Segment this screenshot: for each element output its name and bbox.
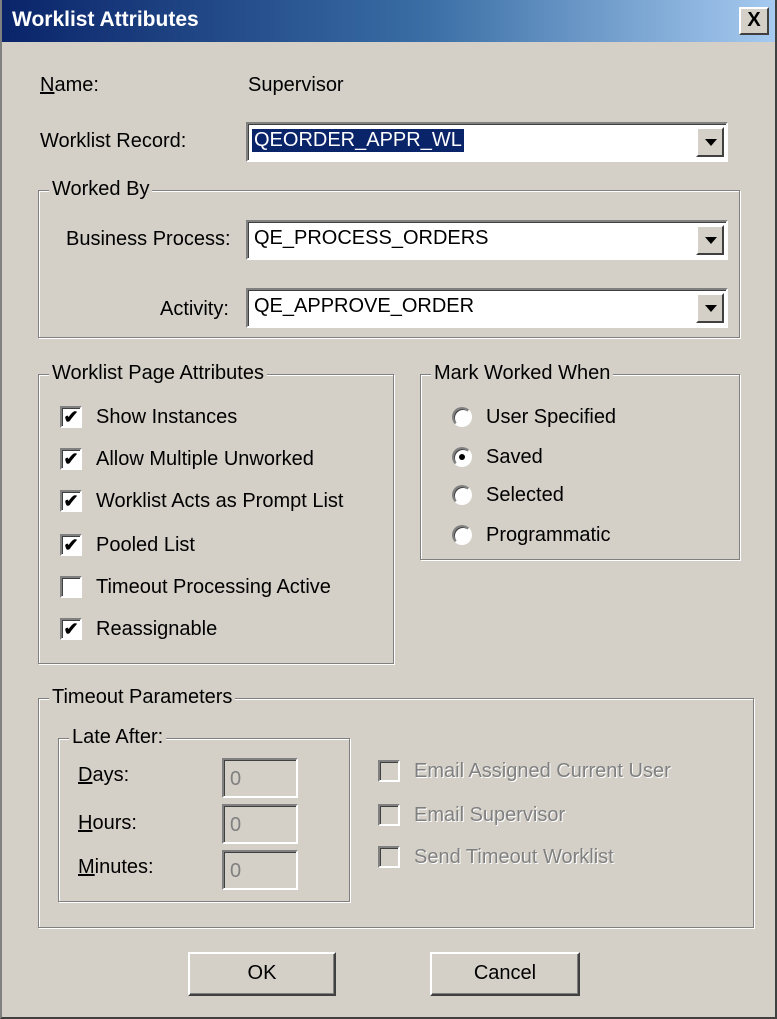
minutes-value: 0: [230, 860, 242, 882]
activity-value: QE_APPROVE_ORDER: [254, 295, 475, 317]
selected-label: Selected: [486, 484, 564, 506]
prompt-list-label: Worklist Acts as Prompt List: [96, 490, 344, 512]
cancel-button[interactable]: Cancel: [430, 952, 580, 996]
programmatic-radio[interactable]: [452, 525, 472, 545]
prompt-list-checkbox[interactable]: ✔: [60, 490, 82, 512]
days-input[interactable]: 0: [222, 758, 298, 798]
ok-button[interactable]: OK: [188, 952, 336, 996]
worked-by-title: Worked By: [49, 178, 153, 201]
pooled-list-checkbox[interactable]: ✔: [60, 534, 82, 556]
send-timeout-checkbox[interactable]: [378, 846, 400, 868]
reassignable-label: Reassignable: [96, 618, 218, 640]
hours-value: 0: [230, 814, 242, 836]
email-assigned-label: Email Assigned Current User: [414, 760, 671, 782]
allow-multiple-unworked-checkbox[interactable]: ✔: [60, 448, 82, 470]
pooled-list-label: Pooled List: [96, 534, 195, 556]
selected-radio[interactable]: [452, 485, 472, 505]
name-value: Supervisor: [248, 74, 344, 96]
worklist-record-label: Worklist Record:: [40, 130, 187, 152]
activity-label: Activity:: [160, 298, 229, 320]
dialog-window: Worklist Attributes X Name: Supervisor W…: [0, 0, 777, 1019]
hours-input[interactable]: 0: [222, 804, 298, 844]
email-supervisor-label: Email Supervisor: [414, 804, 566, 826]
chevron-down-icon[interactable]: [696, 225, 724, 255]
page-attributes-title: Worklist Page Attributes: [49, 362, 267, 385]
name-label: Name:: [40, 74, 99, 96]
user-specified-label: User Specified: [486, 406, 617, 428]
minutes-input[interactable]: 0: [222, 850, 298, 890]
chevron-down-icon[interactable]: [696, 127, 724, 157]
hours-label: Hours:: [78, 812, 137, 834]
chevron-down-icon[interactable]: [696, 293, 724, 323]
saved-radio[interactable]: [452, 447, 472, 467]
timeout-processing-label: Timeout Processing Active: [96, 576, 331, 598]
worklist-record-dropdown[interactable]: QEORDER_APPR_WL: [246, 122, 728, 162]
send-timeout-label: Send Timeout Worklist: [414, 846, 614, 868]
saved-label: Saved: [486, 446, 543, 468]
user-specified-radio[interactable]: [452, 407, 472, 427]
business-process-dropdown[interactable]: QE_PROCESS_ORDERS: [246, 220, 728, 260]
reassignable-checkbox[interactable]: ✔: [60, 618, 82, 640]
mark-worked-title: Mark Worked When: [431, 362, 614, 385]
email-assigned-checkbox[interactable]: [378, 760, 400, 782]
business-process-value: QE_PROCESS_ORDERS: [254, 227, 489, 249]
activity-dropdown[interactable]: QE_APPROVE_ORDER: [246, 288, 728, 328]
email-supervisor-checkbox[interactable]: [378, 804, 400, 826]
late-after-title: Late After:: [69, 726, 167, 749]
allow-multiple-unworked-label: Allow Multiple Unworked: [96, 448, 314, 470]
close-button[interactable]: X: [739, 7, 769, 35]
show-instances-checkbox[interactable]: ✔: [60, 406, 82, 428]
days-value: 0: [230, 768, 242, 790]
show-instances-label: Show Instances: [96, 406, 238, 428]
worklist-record-value: QEORDER_APPR_WL: [251, 128, 465, 153]
programmatic-label: Programmatic: [486, 524, 611, 546]
timeout-parameters-title: Timeout Parameters: [49, 686, 236, 709]
dialog-title: Worklist Attributes: [12, 8, 199, 31]
days-label: Days:: [78, 764, 130, 786]
title-bar: Worklist Attributes X: [2, 0, 775, 42]
minutes-label: Minutes:: [78, 856, 154, 878]
timeout-processing-checkbox[interactable]: [60, 576, 82, 598]
business-process-label: Business Process:: [66, 228, 231, 250]
